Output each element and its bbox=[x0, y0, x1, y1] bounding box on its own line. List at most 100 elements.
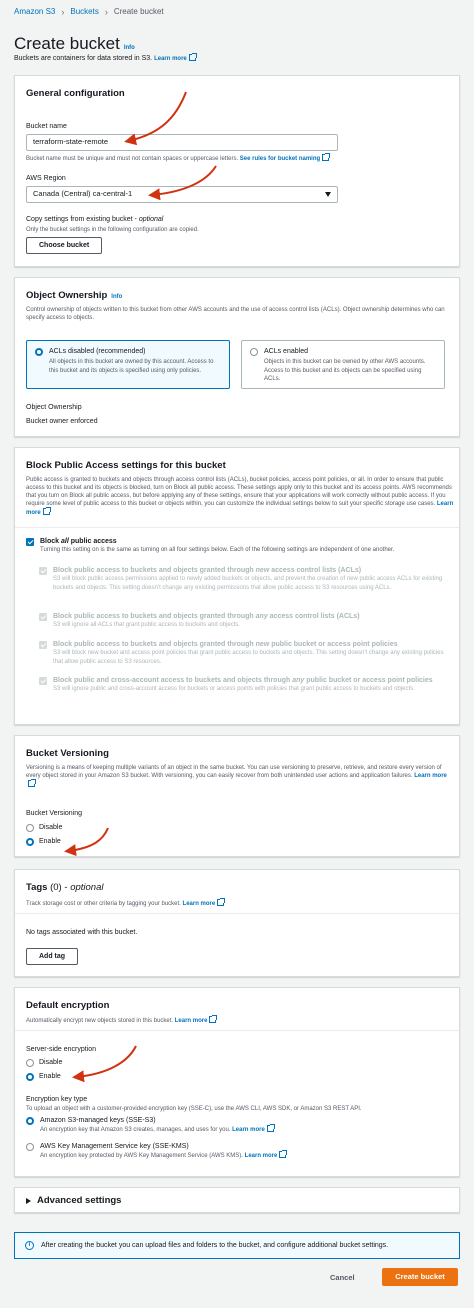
default-encryption-desc: Automatically encrypt new objects stored… bbox=[26, 1014, 449, 1025]
block-public-access-title: Block Public Access settings for this bu… bbox=[26, 460, 226, 471]
learn-more-link[interactable]: Learn more bbox=[154, 56, 187, 62]
add-tag-button[interactable]: Add tag bbox=[26, 948, 79, 965]
acls-disabled-option[interactable]: ACLs disabled (recommended) All objects … bbox=[26, 340, 230, 389]
block-any-policies-label-em: any bbox=[292, 677, 305, 684]
block-new-acls-label: Block public access to buckets and objec… bbox=[53, 566, 449, 575]
breadcrumb-amazon-s3[interactable]: Amazon S3 bbox=[14, 7, 55, 18]
block-new-acls-desc: S3 will block public access permissions … bbox=[53, 576, 443, 591]
default-encryption-desc-text: Automatically encrypt new objects stored… bbox=[26, 1017, 174, 1024]
info-link[interactable]: Info bbox=[124, 45, 135, 51]
general-configuration-title: General configuration bbox=[26, 88, 125, 99]
tags-title-text: Tags bbox=[26, 882, 48, 893]
external-link-icon bbox=[209, 1014, 218, 1023]
sse-s3-option[interactable]: Amazon S3-managed keys (SSE-S3) An encry… bbox=[26, 1116, 275, 1135]
encryption-enable-radio[interactable] bbox=[26, 1072, 34, 1081]
block-new-policies-desc: S3 will block new bucket and access poin… bbox=[53, 650, 444, 665]
external-link-icon bbox=[266, 1124, 275, 1133]
versioning-disable-radio[interactable] bbox=[26, 823, 34, 832]
external-link-icon bbox=[322, 153, 331, 161]
block-any-policies-desc: S3 will ignore public and cross-account … bbox=[53, 686, 415, 693]
block-any-policies-label-b: public bucket or access point policies bbox=[304, 677, 433, 684]
bucket-versioning-panel: Bucket Versioning Versioning is a means … bbox=[14, 735, 460, 857]
choose-bucket-button[interactable]: Choose bucket bbox=[26, 237, 103, 254]
tags-title: Tags (0) - optional bbox=[26, 882, 104, 893]
tags-panel: Tags (0) - optional Track storage cost o… bbox=[14, 869, 460, 977]
learn-more-link[interactable]: Learn more bbox=[414, 773, 447, 779]
server-side-encryption-label: Server-side encryption bbox=[26, 1046, 97, 1053]
block-new-policies-row: Block public access to buckets and objec… bbox=[39, 640, 449, 666]
aws-region-select[interactable]: Canada (Central) ca-central-1 bbox=[26, 186, 338, 203]
general-configuration-panel: General configuration Bucket name terraf… bbox=[14, 75, 460, 267]
tags-count: (0) bbox=[50, 882, 62, 893]
block-any-policies-label-a: Block public and cross-account access to… bbox=[53, 677, 293, 684]
bucket-name-input[interactable]: terraform-state-remote bbox=[26, 134, 338, 151]
versioning-enable-radio[interactable] bbox=[26, 837, 34, 846]
sse-kms-option[interactable]: AWS Key Management Service key (SSE-KMS)… bbox=[26, 1142, 288, 1161]
learn-more-link[interactable]: Learn more bbox=[183, 901, 216, 907]
block-new-policies-label-b: public bucket or access point policies bbox=[269, 641, 398, 648]
bucket-name-label: Bucket name bbox=[26, 123, 67, 130]
create-bucket-button[interactable]: Create bucket bbox=[382, 1268, 458, 1286]
copy-settings-label-text: Copy settings from existing bucket - bbox=[26, 216, 139, 223]
block-new-acls-row: Block public access to buckets and objec… bbox=[39, 566, 449, 592]
acls-enabled-option[interactable]: ACLs enabled Objects in this bucket can … bbox=[241, 340, 445, 389]
block-new-acls-label-em: new bbox=[255, 567, 270, 574]
block-any-acls-desc: S3 will ignore all ACLs that grant publi… bbox=[53, 622, 241, 629]
object-ownership-title-text: Object Ownership bbox=[26, 290, 108, 301]
caret-right-icon bbox=[26, 1198, 31, 1205]
object-ownership-field-label: Object Ownership bbox=[26, 404, 82, 411]
advanced-settings-toggle[interactable]: Advanced settings bbox=[26, 1195, 121, 1208]
bucket-versioning-title: Bucket Versioning bbox=[26, 748, 109, 759]
encryption-enable-option[interactable]: Enable bbox=[26, 1072, 61, 1081]
advanced-settings-panel[interactable]: Advanced settings bbox=[14, 1187, 460, 1213]
versioning-enable-option[interactable]: Enable bbox=[26, 837, 61, 846]
breadcrumb: Amazon S3 › Buckets › Create bucket bbox=[14, 6, 164, 18]
dropdown-caret-icon bbox=[325, 192, 331, 197]
divider bbox=[15, 913, 459, 914]
breadcrumb-current: Create bucket bbox=[113, 6, 164, 16]
acls-enabled-radio[interactable] bbox=[250, 348, 258, 356]
bucket-versioning-desc: Versioning is a means of keeping multipl… bbox=[26, 764, 454, 789]
tags-desc-text: Track storage cost or other criteria by … bbox=[26, 900, 181, 907]
encryption-key-type-label: Encryption key type bbox=[26, 1096, 88, 1103]
learn-more-link[interactable]: Learn more bbox=[232, 1127, 265, 1133]
sse-kms-desc-text: An encryption key protected by AWS Key M… bbox=[40, 1153, 243, 1160]
block-all-public-access-row[interactable]: Block all public access Turning this set… bbox=[26, 537, 449, 555]
block-all-checkbox[interactable] bbox=[26, 538, 34, 546]
block-any-acls-label-a: Block public access to buckets and objec… bbox=[53, 613, 256, 620]
copy-settings-optional: optional bbox=[138, 216, 164, 223]
sse-s3-radio[interactable] bbox=[26, 1117, 34, 1125]
block-all-desc: Turning this setting on is the same as t… bbox=[40, 547, 395, 554]
block-any-acls-checkbox bbox=[39, 613, 47, 621]
block-all-suffix: public access bbox=[68, 538, 117, 545]
sse-s3-desc: An encryption key that Amazon S3 creates… bbox=[40, 1124, 275, 1134]
aws-region-label: AWS Region bbox=[26, 175, 66, 182]
block-public-access-desc: Public access is granted to buckets and … bbox=[26, 476, 454, 517]
acls-disabled-radio[interactable] bbox=[35, 348, 43, 356]
sse-kms-desc: An encryption key protected by AWS Key M… bbox=[40, 1150, 288, 1160]
encryption-disable-radio[interactable] bbox=[26, 1058, 34, 1067]
block-any-policies-row: Block public and cross-account access to… bbox=[39, 676, 449, 694]
info-link[interactable]: Info bbox=[111, 294, 122, 300]
versioning-disable-option[interactable]: Disable bbox=[26, 823, 62, 832]
tags-empty: No tags associated with this bucket. bbox=[26, 929, 138, 936]
block-public-access-panel: Block Public Access settings for this bu… bbox=[14, 447, 460, 725]
block-any-acls-label-b: access control lists (ACLs) bbox=[267, 613, 360, 620]
versioning-disable-label: Disable bbox=[39, 824, 63, 831]
bucket-versioning-desc-text: Versioning is a means of keeping multipl… bbox=[26, 764, 442, 779]
acls-disabled-title: ACLs disabled (recommended) bbox=[49, 348, 146, 355]
sse-kms-radio[interactable] bbox=[26, 1143, 34, 1151]
learn-more-link[interactable]: Learn more bbox=[175, 1018, 208, 1024]
bucket-naming-rules-link[interactable]: See rules for bucket naming bbox=[240, 156, 320, 162]
block-any-policies-label: Block public and cross-account access to… bbox=[53, 676, 449, 685]
sse-s3-desc-text: An encryption key that Amazon S3 creates… bbox=[40, 1127, 231, 1134]
object-ownership-field-value: Bucket owner enforced bbox=[26, 418, 98, 425]
learn-more-link[interactable]: Learn more bbox=[245, 1153, 278, 1159]
breadcrumb-buckets[interactable]: Buckets bbox=[70, 7, 98, 18]
encryption-disable-option[interactable]: Disable bbox=[26, 1058, 62, 1067]
block-new-policies-label-a: Block public access to buckets and objec… bbox=[53, 641, 256, 648]
tags-desc: Track storage cost or other criteria by … bbox=[26, 897, 449, 908]
info-alert: i After creating the bucket you can uplo… bbox=[14, 1232, 460, 1259]
block-public-access-desc-text: Public access is granted to buckets and … bbox=[26, 476, 452, 508]
cancel-button[interactable]: Cancel bbox=[330, 1273, 355, 1283]
